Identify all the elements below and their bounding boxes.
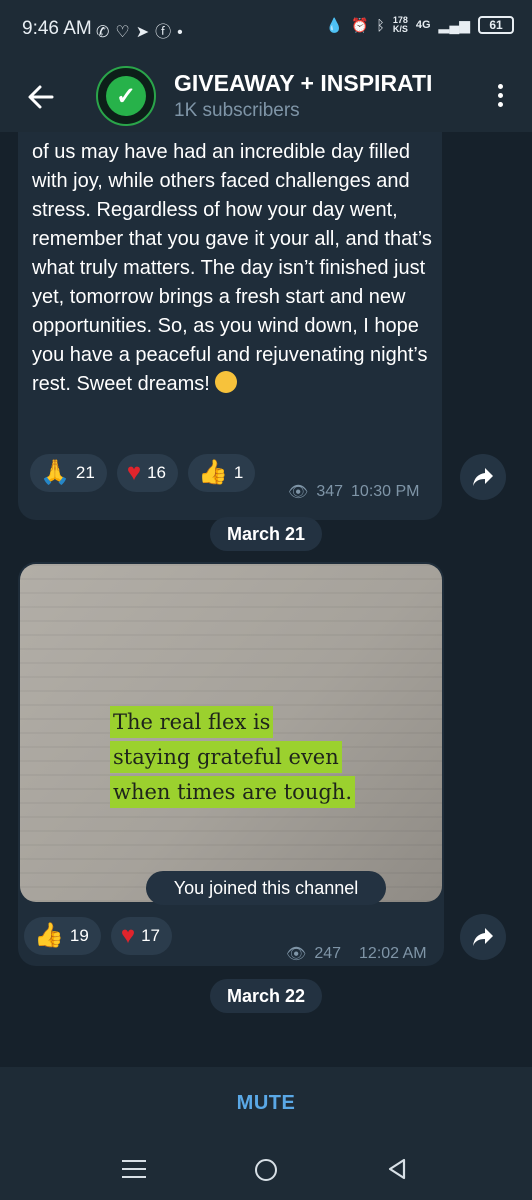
- whatsapp-icon: ✆: [96, 24, 116, 41]
- message-meta: 👁 247 12:02 AM: [286, 944, 427, 964]
- share-button[interactable]: [460, 914, 506, 960]
- dot: [497, 93, 503, 98]
- view-count: 347: [316, 483, 344, 500]
- menu-line: [122, 1160, 146, 1162]
- nav-back-button[interactable]: [386, 1157, 408, 1186]
- channel-avatar[interactable]: ✓: [96, 66, 156, 126]
- message-text: of us may have had an incredible day fil…: [32, 138, 432, 399]
- dot: [497, 84, 503, 89]
- notification-icons: ✆♡➤ⓕ•: [96, 18, 189, 42]
- red-heart-icon: ♥: [126, 459, 142, 486]
- smiling-face-icon: [215, 371, 238, 393]
- reaction-count: 19: [69, 926, 89, 945]
- alarm-icon: ⏰: [350, 16, 369, 33]
- message-list[interactable]: of us may have had an incredible day fil…: [0, 132, 532, 1067]
- quote-image[interactable]: The real flex is staying grateful even w…: [20, 564, 442, 902]
- reaction-thumbs-up[interactable]: 👍 1: [187, 454, 256, 492]
- status-right: 💧 ⏰ ᛒ 178 K/S 4G ▂▄▆ 61: [326, 16, 514, 34]
- reaction-heart[interactable]: ♥ 16: [116, 454, 178, 492]
- triangle-back-icon: [388, 1158, 406, 1180]
- eye-icon: 👁: [286, 946, 307, 963]
- dot: [497, 102, 503, 107]
- quote-text: The real flex is staying grateful even w…: [110, 706, 355, 811]
- bluetooth-icon: ᛒ: [376, 17, 385, 33]
- message-meta: 👁 347 10:30 PM: [288, 482, 420, 502]
- reaction-count: 16: [147, 463, 166, 482]
- signal-icon: ▂▄▆: [438, 16, 470, 33]
- chat-header: ✓ GIVEAWAY + INSPIRATI 1K subscribers: [0, 62, 532, 132]
- quote-line: The real flex is: [110, 706, 274, 738]
- network-type: 4G: [415, 19, 431, 31]
- battery-level: 61: [489, 18, 503, 32]
- status-bar: 9:46 AM ✆♡➤ⓕ• 💧 ⏰ ᛒ 178 K/S 4G ▂▄▆ 61: [0, 0, 532, 62]
- telegram-icon: ➤: [135, 24, 156, 41]
- eye-icon: 👁: [288, 484, 309, 501]
- quote-line: staying grateful even: [110, 741, 342, 773]
- folded-hands-icon: 🙏: [40, 459, 70, 486]
- home-button[interactable]: [255, 1159, 277, 1181]
- joined-text: You joined this channel: [173, 877, 359, 898]
- mute-button[interactable]: MUTE: [237, 1092, 296, 1115]
- reaction-count: 17: [141, 926, 160, 945]
- thumbs-up-icon: 👍: [197, 459, 228, 486]
- service-message: You joined this channel: [146, 871, 386, 905]
- network-speed: 178 K/S: [393, 16, 408, 34]
- message-time: 10:30 PM: [351, 483, 420, 500]
- checkmark-icon: ✓: [106, 76, 146, 116]
- back-button[interactable]: [22, 78, 60, 116]
- share-button[interactable]: [460, 454, 506, 500]
- dot-icon: •: [177, 24, 189, 41]
- menu-line: [122, 1176, 146, 1178]
- system-nav-bar: [0, 1140, 532, 1200]
- share-arrow-icon: [473, 928, 493, 946]
- reaction-count: 21: [75, 463, 95, 482]
- battery-icon: 61: [478, 16, 514, 34]
- message-body: of us may have had an incredible day fil…: [32, 141, 432, 395]
- date-separator: March 22: [210, 979, 322, 1013]
- quote-line: when times are tough.: [110, 776, 355, 808]
- date-separator: March 21: [210, 517, 322, 551]
- thumbs-up-icon: 👍: [34, 922, 64, 949]
- red-heart-icon: ♥: [120, 922, 136, 949]
- photo-message-bubble[interactable]: The real flex is staying grateful even w…: [18, 562, 444, 966]
- network-speed-unit: K/S: [392, 24, 408, 34]
- message-time: 12:02 AM: [359, 945, 427, 962]
- heart-outline-icon: ♡: [115, 24, 136, 41]
- reactions-row: 🙏 21 ♥ 16 👍 1: [30, 454, 256, 492]
- reaction-thumbs-up[interactable]: 👍 19: [24, 917, 101, 955]
- recent-apps-button[interactable]: [122, 1160, 146, 1180]
- share-arrow-icon: [473, 468, 493, 486]
- channel-title[interactable]: GIVEAWAY + INSPIRATI: [174, 70, 464, 97]
- facebook-icon: ⓕ: [155, 24, 178, 41]
- subscriber-count: 1K subscribers: [174, 100, 300, 121]
- more-options-button[interactable]: [490, 80, 510, 116]
- data-saver-icon: 💧: [325, 16, 343, 33]
- reaction-heart[interactable]: ♥ 17: [110, 917, 172, 955]
- status-time: 9:46 AM: [22, 18, 92, 39]
- reaction-count: 1: [233, 463, 244, 482]
- arrow-left-icon: [28, 85, 54, 109]
- reaction-folded-hands[interactable]: 🙏 21: [30, 454, 107, 492]
- menu-line: [122, 1168, 146, 1170]
- bottom-bar: MUTE: [0, 1067, 532, 1140]
- date-label: March 21: [226, 523, 306, 544]
- view-count: 247: [314, 945, 342, 962]
- reactions-row: 👍 19 ♥ 17: [24, 917, 172, 955]
- date-label: March 22: [226, 985, 306, 1006]
